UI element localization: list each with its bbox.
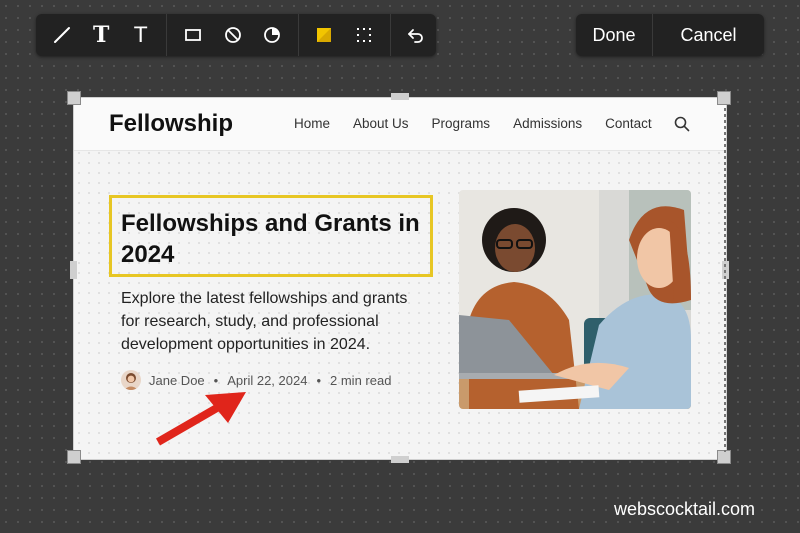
selection-dashed-edge [724, 108, 726, 452]
watermark: webscocktail.com [614, 499, 756, 519]
resize-handle-bottom-right[interactable] [717, 450, 731, 464]
action-bar: Done Cancel [576, 14, 764, 56]
dotted-select-icon [356, 28, 371, 42]
rectangle-tool[interactable] [173, 14, 212, 56]
pie-icon [264, 27, 280, 43]
undo-icon [408, 29, 424, 43]
article-description: Explore the latest fellowships and grant… [121, 290, 408, 353]
text-tool[interactable]: T [121, 14, 160, 56]
blur-icon [224, 27, 241, 43]
highlighter-tool[interactable] [305, 14, 344, 56]
nav-programs[interactable]: Programs [432, 116, 491, 131]
text-bold-tool[interactable]: T [81, 14, 120, 56]
text-bold-icon: T [92, 22, 110, 48]
nav-about-us[interactable]: About Us [353, 116, 409, 131]
rectangle-icon [185, 29, 201, 41]
undo-button[interactable] [397, 14, 436, 56]
nav-home[interactable]: Home [294, 116, 330, 131]
toolbar-divider [389, 14, 391, 56]
resize-handle-left[interactable] [70, 261, 77, 279]
red-arrow-annotation[interactable] [150, 385, 250, 450]
line-icon [53, 27, 70, 43]
nav-admissions[interactable]: Admissions [513, 116, 582, 131]
toolbar-divider [297, 14, 299, 56]
annotation-toolbar: T T [36, 14, 436, 56]
select-tool[interactable] [344, 14, 383, 56]
resize-handle-top[interactable] [391, 93, 409, 100]
article-headline: Fellowships and Grants in 2024 [121, 210, 420, 268]
article-photo [459, 190, 691, 409]
cancel-button[interactable]: Cancel [652, 14, 764, 56]
read-time: 2 min read [330, 372, 392, 388]
resize-handle-bottom-left[interactable] [67, 450, 81, 464]
done-button[interactable]: Done [576, 14, 652, 56]
blur-tool[interactable] [213, 14, 252, 56]
highlighter-icon [317, 28, 332, 42]
nav-contact[interactable]: Contact [605, 116, 652, 131]
resize-handle-top-right[interactable] [717, 91, 731, 105]
resize-handle-top-left[interactable] [67, 91, 81, 105]
pie-tool[interactable] [252, 14, 291, 56]
author-avatar [121, 370, 141, 390]
resize-handle-bottom[interactable] [391, 456, 409, 463]
toolbar-divider [166, 14, 168, 56]
site-header: Fellowship Home About Us Programs Admiss… [74, 98, 726, 151]
search-icon[interactable] [674, 116, 690, 132]
meta-separator: • [316, 372, 322, 388]
site-logo[interactable]: Fellowship [109, 110, 233, 138]
line-tool[interactable] [42, 14, 81, 56]
site-nav: Home About Us Programs Admissions Contac… [294, 116, 675, 131]
text-icon: T [134, 23, 148, 47]
